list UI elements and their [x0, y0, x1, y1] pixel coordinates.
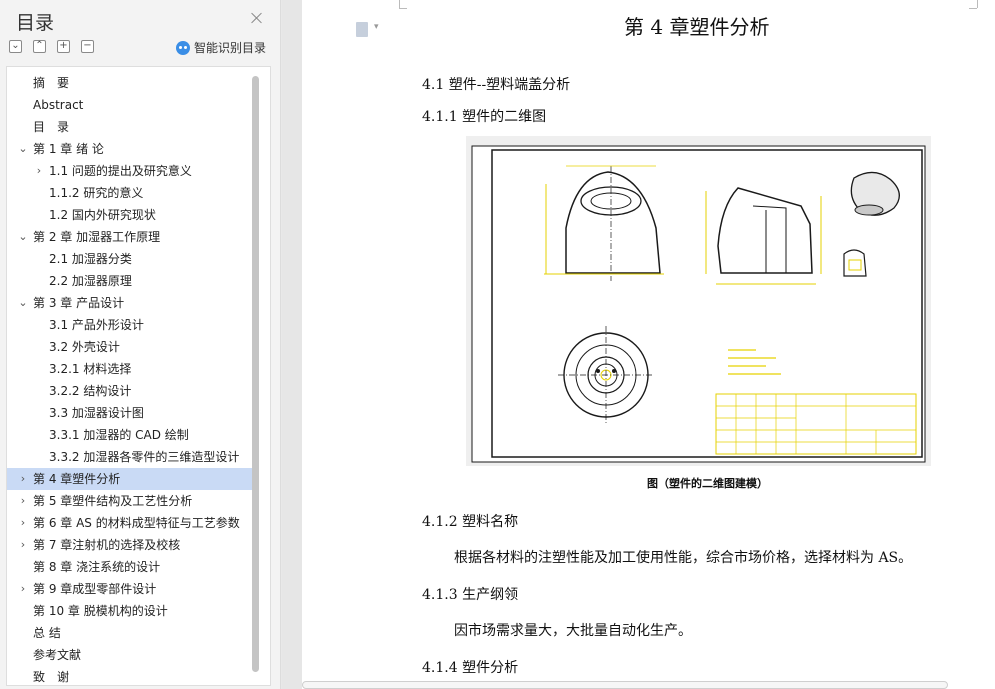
toc-item-label: 3.3.1 加湿器的 CAD 绘制: [49, 428, 189, 442]
remove-icon[interactable]: −: [81, 40, 94, 53]
section-heading: 4.1 塑件--塑料端盖分析: [422, 77, 571, 93]
toc-item-label: 第 3 章 产品设计: [33, 296, 125, 310]
toc-scrollbar[interactable]: [252, 76, 259, 672]
toc-tree: 摘 要 Abstract 目 录 ⌄ 第 1 章 绪 论 › 1.1 问题的提出及研究意义 1…: [6, 66, 271, 686]
toc-item-label: 3.3.2 加湿器各零件的三维造型设计: [49, 450, 240, 464]
toc-item-label: 第 6 章 AS 的材料成型特征与工艺参数: [33, 516, 240, 530]
chevron-right-icon[interactable]: ›: [17, 534, 29, 556]
close-icon[interactable]: [250, 11, 264, 25]
toc-item-label: 第 2 章 加湿器工作原理: [33, 230, 161, 244]
cad-drawing-image: [466, 136, 931, 466]
toc-item-label: 第 10 章 脱模机构的设计: [33, 604, 168, 618]
section-heading: 4.1.2 塑料名称: [422, 514, 519, 530]
section-heading: 4.1.1 塑件的二维图: [422, 109, 547, 125]
document-reader-window: 目录 ⌄ ⌃ + − 智能识别目录 摘 要 Abstract 目 录 ⌄ 第 1 章 绪…: [0, 0, 995, 689]
toc-item-label: 1.1.2 研究的意义: [49, 186, 144, 200]
chevron-right-icon[interactable]: ›: [17, 512, 29, 534]
gutter: [282, 0, 302, 689]
smart-toc-button[interactable]: 智能识别目录: [176, 39, 266, 56]
toc-item[interactable]: › 第 6 章 AS 的材料成型特征与工艺参数: [7, 512, 253, 534]
chevron-right-icon[interactable]: ›: [17, 578, 29, 600]
toc-item-label: 第 5 章塑件结构及工艺性分析: [33, 494, 193, 508]
toc-item[interactable]: 第 10 章 脱模机构的设计: [7, 600, 253, 622]
section-heading: 4.1.3 生产纲领: [422, 587, 519, 603]
chevron-right-icon[interactable]: ›: [17, 490, 29, 512]
toc-sidebar: 目录 ⌄ ⌃ + − 智能识别目录 摘 要 Abstract 目 录 ⌄ 第 1 章 绪…: [0, 0, 281, 689]
toc-item[interactable]: 1.2 国内外研究现状: [7, 204, 253, 226]
chevron-down-icon[interactable]: ⌄: [17, 138, 29, 160]
chevron-right-icon[interactable]: ›: [33, 160, 45, 182]
toc-item[interactable]: 3.2.1 材料选择: [7, 358, 253, 380]
toc-item[interactable]: › 第 5 章塑件结构及工艺性分析: [7, 490, 253, 512]
figure-caption: 图（塑件的二维图建模）: [647, 477, 768, 490]
paragraph: 根据各材料的注塑性能及加工使用性能，综合市场价格，选择材料为 AS。: [454, 550, 913, 566]
add-icon[interactable]: +: [57, 40, 70, 53]
toc-item-label: 摘 要: [33, 76, 70, 90]
toc-item-label: 3.2.1 材料选择: [49, 362, 132, 376]
toc-item-label: 参考文献: [33, 648, 82, 662]
toc-item[interactable]: 3.3.1 加湿器的 CAD 绘制: [7, 424, 253, 446]
toc-item-label: 第 1 章 绪 论: [33, 142, 104, 156]
toc-item-label: 第 9 章成型零部件设计: [33, 582, 157, 596]
toc-item[interactable]: ⌄ 第 2 章 加湿器工作原理: [7, 226, 253, 248]
margin-mark: [969, 8, 977, 9]
document-page: ▾ 第 4 章塑件分析 4.1 塑件--塑料端盖分析 4.1.1 塑件的二维图: [302, 0, 995, 689]
toc-item[interactable]: › 第 4 章塑件分析: [7, 468, 253, 490]
toc-item[interactable]: ⌄ 第 3 章 产品设计: [7, 292, 253, 314]
toc-item[interactable]: 总 结: [7, 622, 253, 644]
toc-title: 目录: [16, 12, 55, 34]
toc-item-label: 目 录: [33, 120, 70, 134]
page-icon[interactable]: [356, 22, 368, 37]
toc-item[interactable]: Abstract: [7, 94, 253, 116]
margin-mark: [399, 8, 407, 9]
toc-item-label: 3.1 产品外形设计: [49, 318, 144, 332]
toc-item[interactable]: 致 谢: [7, 666, 253, 685]
chevron-right-icon[interactable]: ›: [17, 468, 29, 490]
toc-item[interactable]: 2.1 加湿器分类: [7, 248, 253, 270]
toc-item-label: Abstract: [33, 98, 84, 112]
chevron-down-icon[interactable]: ⌄: [17, 226, 29, 248]
chapter-heading: 第 4 章塑件分析: [624, 15, 770, 39]
expand-all-icon[interactable]: ⌃: [33, 40, 46, 53]
toc-item-label: 总 结: [33, 626, 61, 640]
toc-item[interactable]: 3.2.2 结构设计: [7, 380, 253, 402]
toc-item[interactable]: › 第 9 章成型零部件设计: [7, 578, 253, 600]
toc-item-label: 1.2 国内外研究现状: [49, 208, 156, 222]
collapse-all-icon[interactable]: ⌄: [9, 40, 22, 53]
toc-item-label: 3.2 外壳设计: [49, 340, 120, 354]
toc-item[interactable]: › 1.1 问题的提出及研究意义: [7, 160, 253, 182]
chevron-down-icon[interactable]: ⌄: [17, 292, 29, 314]
toc-item[interactable]: 3.2 外壳设计: [7, 336, 253, 358]
toc-item[interactable]: 3.3 加湿器设计图: [7, 402, 253, 424]
toc-item-label: 第 4 章塑件分析: [33, 472, 121, 486]
chevron-down-icon[interactable]: ▾: [374, 22, 379, 32]
toc-item[interactable]: ⌄ 第 1 章 绪 论: [7, 138, 253, 160]
toc-item-label: 3.3 加湿器设计图: [49, 406, 144, 420]
toc-item-label: 2.2 加湿器原理: [49, 274, 132, 288]
toc-item[interactable]: 摘 要: [7, 72, 253, 94]
margin-mark: [977, 0, 978, 8]
toc-item-label: 致 谢: [33, 670, 70, 684]
toc-item[interactable]: 3.3.2 加湿器各零件的三维造型设计: [7, 446, 253, 468]
toc-item[interactable]: 2.2 加湿器原理: [7, 270, 253, 292]
section-heading: 4.1.4 塑件分析: [422, 660, 519, 676]
toc-item[interactable]: 3.1 产品外形设计: [7, 314, 253, 336]
toc-item-label: 2.1 加湿器分类: [49, 252, 132, 266]
toc-item-label: 1.1 问题的提出及研究意义: [49, 164, 192, 178]
toc-item-label: 第 8 章 浇注系统的设计: [33, 560, 161, 574]
toc-item[interactable]: 参考文献: [7, 644, 253, 666]
toc-item[interactable]: 1.1.2 研究的意义: [7, 182, 253, 204]
paragraph: 因市场需求量大，大批量自动化生产。: [454, 623, 692, 639]
toc-item[interactable]: 第 8 章 浇注系统的设计: [7, 556, 253, 578]
toc-item[interactable]: 目 录: [7, 116, 253, 138]
margin-mark: [399, 0, 400, 8]
horizontal-scrollbar[interactable]: [302, 681, 948, 689]
ai-assistant-icon: [176, 40, 190, 55]
smart-toc-label: 智能识别目录: [194, 41, 267, 55]
toc-item[interactable]: › 第 7 章注射机的选择及校核: [7, 534, 253, 556]
toc-item-label: 3.2.2 结构设计: [49, 384, 132, 398]
toc-item-label: 第 7 章注射机的选择及校核: [33, 538, 181, 552]
